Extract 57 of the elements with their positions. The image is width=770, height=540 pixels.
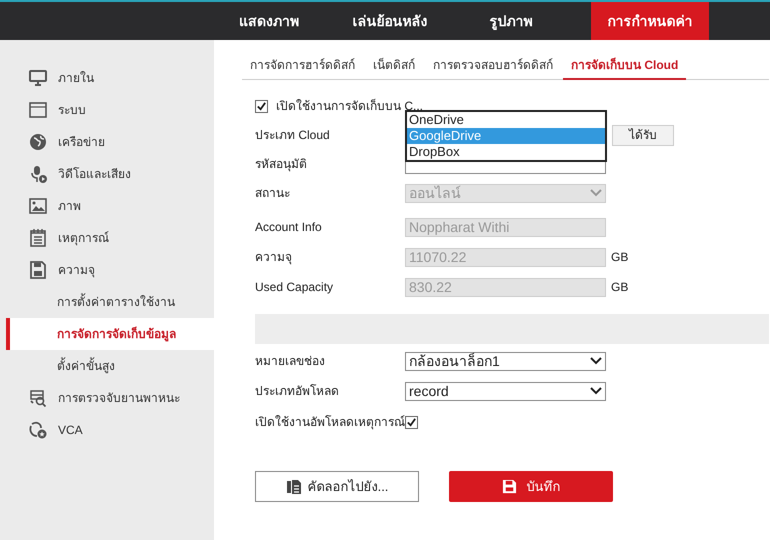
- sidebar-item[interactable]: ภายใน: [0, 62, 214, 94]
- dropdown-option[interactable]: DropBox: [407, 144, 605, 160]
- chevron-icon: [590, 189, 602, 197]
- input-field: 830.22: [405, 278, 606, 296]
- field-label: รหัสอนุมัติ: [255, 156, 308, 173]
- sidebar-item[interactable]: เครือข่าย: [0, 126, 214, 158]
- sidebar-item[interactable]: ตั้งค่าขั้นสูง: [0, 350, 214, 382]
- get-button[interactable]: ได้รับ: [612, 124, 674, 146]
- vehicle-search-icon: [28, 388, 48, 408]
- field-label: Used Capacity: [255, 279, 334, 296]
- field-label: ประเภทอัพโหลด: [255, 383, 340, 400]
- calendar-icon: [28, 228, 48, 248]
- select-field[interactable]: กล้องอนาล็อก1: [405, 352, 606, 370]
- microphone-icon: [28, 164, 48, 184]
- monitor-icon: [28, 68, 48, 88]
- field-label: ประเภท Cloud: [255, 127, 331, 144]
- unit-label: GB: [611, 249, 628, 266]
- copy-icon: [286, 478, 302, 494]
- tab[interactable]: การตรวจสอบฮาร์ดดิสก์: [425, 56, 561, 80]
- sidebar-item[interactable]: ความจุ: [0, 254, 214, 286]
- sidebar-item[interactable]: วิดีโอและเสียง: [0, 158, 214, 190]
- window-icon: [28, 100, 48, 120]
- checkbox-label: เปิดใช้งานการจัดเก็บบน C...: [276, 98, 424, 114]
- sidebar-item[interactable]: การตรวจจับยานพาหนะ: [0, 382, 214, 414]
- input-field: 11070.22: [405, 248, 606, 266]
- chevron-icon: [590, 357, 602, 365]
- tab[interactable]: เน็ตดิสก์: [365, 56, 423, 80]
- nav-tab[interactable]: รูปภาพ: [456, 2, 566, 40]
- sidebar-item[interactable]: ภาพ: [0, 190, 214, 222]
- sidebar-item[interactable]: เหตุการณ์: [0, 222, 214, 254]
- tab[interactable]: การจัดเก็บบน Cloud: [563, 56, 686, 80]
- nav-tab[interactable]: เล่นย้อนหลัง: [324, 2, 456, 40]
- field-label: เปิดใช้งานอัพโหลดเหตุการณ์: [255, 414, 405, 431]
- globe-icon: [28, 132, 48, 152]
- field-label: หมายเลขช่อง: [255, 353, 326, 370]
- sidebar-item[interactable]: ระบบ: [0, 94, 214, 126]
- select-field: ออนไลน์: [405, 184, 606, 202]
- tab[interactable]: การจัดการฮาร์ดดิสก์: [242, 56, 363, 80]
- dropdown-option[interactable]: OneDrive: [407, 112, 605, 128]
- input-field: Noppharat Withi: [405, 218, 606, 236]
- nav-tab[interactable]: การกำหนดค่า: [591, 2, 709, 40]
- checkbox[interactable]: [255, 100, 268, 112]
- sidebar-item[interactable]: VCA: [0, 414, 214, 446]
- nav-tab[interactable]: แสดงภาพ: [214, 2, 324, 40]
- unit-label: GB: [611, 279, 628, 296]
- checkbox[interactable]: [405, 416, 418, 428]
- image-icon: [28, 196, 48, 216]
- field-label: ความจุ: [255, 249, 293, 266]
- save-button[interactable]: บันทึก: [449, 471, 613, 502]
- select-field[interactable]: record: [405, 382, 606, 400]
- sidebar-item[interactable]: การจัดการจัดเก็บข้อมูล: [6, 318, 214, 350]
- field-label: สถานะ: [255, 185, 291, 202]
- copy-button[interactable]: คัดลอกไปยัง...: [255, 471, 419, 502]
- field-label: Account Info: [255, 219, 323, 236]
- chevron-icon: [590, 387, 602, 395]
- gear-badge-icon: [28, 420, 48, 440]
- sidebar-item[interactable]: การตั้งค่าตารางใช้งาน: [0, 286, 214, 318]
